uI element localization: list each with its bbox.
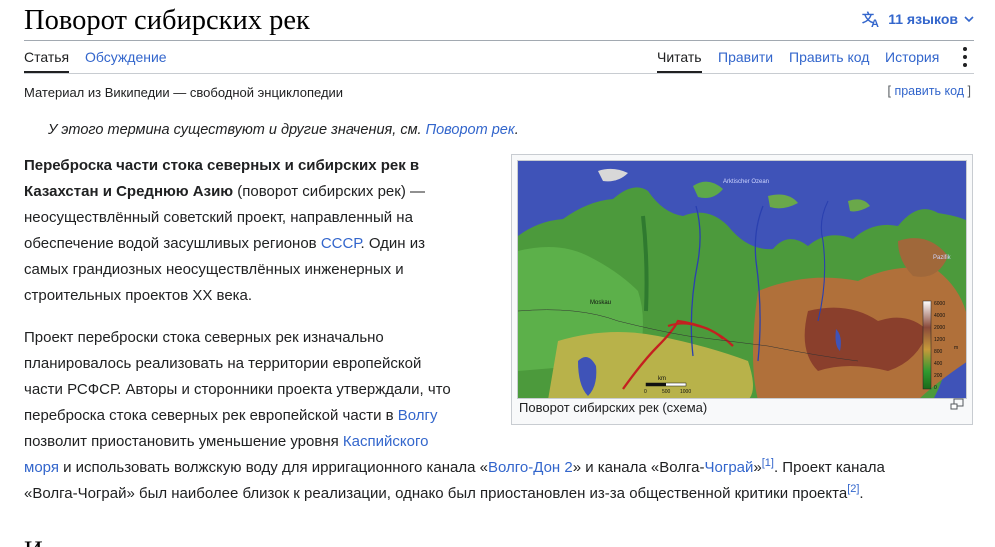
lead-bold-text-2: Казахстан и Среднюю Азию (24, 183, 234, 200)
legend-tick: 4000 (934, 313, 945, 319)
legend-unit: m (954, 345, 958, 351)
intro-paragraph: Переброска части стока северных и сибирс… (24, 153, 489, 309)
river-diversion-map[interactable]: Arktischer Ozean Pazifik Moskau 6000 400… (517, 160, 967, 399)
link-chograi[interactable]: Чограй (705, 459, 754, 476)
hatnote-text: У этого термина существуют и другие знач… (48, 122, 426, 138)
map-label-pazifik: Pazifik (933, 255, 952, 261)
para2-text: . (859, 485, 864, 502)
scale-tick: 1000 (680, 389, 691, 395)
scale-tick: 0 (644, 389, 647, 395)
tab-edit-source[interactable]: Править код (789, 49, 869, 65)
link-ussr[interactable]: СССР (321, 235, 361, 252)
para1-text: . Один из (360, 235, 425, 252)
para2-text: . Проект канала (773, 459, 885, 476)
legend-tick: 6000 (934, 301, 945, 307)
chevron-down-icon (964, 15, 974, 23)
page-tabs: Статья Обсуждение Читать Правити Править… (24, 41, 974, 74)
hatnote: У этого термина существуют и другие знач… (48, 122, 519, 138)
map-label-ocean: Arktischer Ozean (723, 179, 769, 185)
languages-label: 11 языков (888, 11, 958, 27)
para2-text: переброска стока северных рек европейско… (24, 407, 398, 424)
para1-line3: неосуществлённый советский проект, напра… (24, 209, 413, 226)
lead-bold-text: Переброска части стока северных и сибирс… (24, 157, 420, 174)
reference-1[interactable]: [1] (762, 457, 774, 469)
para2-text: » и канала «Волга- (572, 459, 705, 476)
tab-edit[interactable]: Правити (718, 49, 773, 65)
scale-label: km (658, 376, 666, 382)
para2-text: и использовать волжскую воду для ирригац… (58, 459, 489, 476)
map-label-moskau: Moskau (590, 300, 611, 306)
edit-section-link: [ править код ] (888, 84, 972, 98)
edit-source-link[interactable]: править код (894, 84, 964, 98)
para2-text: «Волга-Чограй» был наиболее близок к реа… (24, 485, 848, 502)
legend-tick: 0 (934, 385, 937, 391)
para2-text: позволит приостановить уменьшение уровня (24, 433, 343, 450)
title-row: Поворот сибирских рек 文 A 11 языков (24, 0, 974, 41)
legend-tick: 2000 (934, 325, 945, 331)
site-tagline: Материал из Википедии — свободной энцикл… (24, 85, 344, 100)
next-section-heading: И (24, 536, 43, 547)
legend-tick: 1200 (934, 337, 945, 343)
para1-text: (поворот сибирских рек) — (233, 183, 425, 200)
hatnote-link[interactable]: Поворот рек (426, 122, 515, 138)
bracket-close: ] (964, 84, 971, 98)
link-volgo-don[interactable]: Волго-Дон 2 (488, 459, 573, 476)
enlarge-icon[interactable] (950, 398, 964, 412)
link-caspian[interactable]: Каспийского (343, 433, 429, 450)
tab-history[interactable]: История (885, 49, 939, 65)
legend-tick: 200 (934, 373, 943, 379)
link-volga[interactable]: Волгу (398, 407, 438, 424)
para2-text: » (753, 459, 762, 476)
tab-talk[interactable]: Обсуждение (85, 49, 167, 65)
legend-tick: 800 (934, 349, 943, 355)
para1-text: обеспечение водой засушливых регионов (24, 235, 321, 252)
tab-article[interactable]: Статья (24, 49, 70, 73)
reference-2[interactable]: [2] (847, 483, 859, 495)
page-title: Поворот сибирских рек (24, 5, 310, 36)
para1-line5: самых грандиозных неосуществлённых инжен… (24, 261, 404, 278)
hatnote-end: . (514, 122, 519, 138)
tab-read[interactable]: Читать (657, 49, 702, 73)
para1-line6: строительных проектов XX века. (24, 287, 253, 304)
more-actions-icon[interactable] (962, 45, 968, 69)
figure-caption: Поворот сибирских рек (схема) (519, 400, 708, 415)
svg-text:A: A (871, 18, 879, 28)
scale-tick: 500 (662, 389, 671, 395)
legend-tick: 400 (934, 361, 943, 367)
link-caspian-2[interactable]: моря (24, 459, 59, 476)
translate-icon: 文 A (862, 10, 882, 28)
figure-thumbnail: Arktischer Ozean Pazifik Moskau 6000 400… (511, 154, 973, 425)
languages-button[interactable]: 文 A 11 языков (862, 10, 974, 28)
